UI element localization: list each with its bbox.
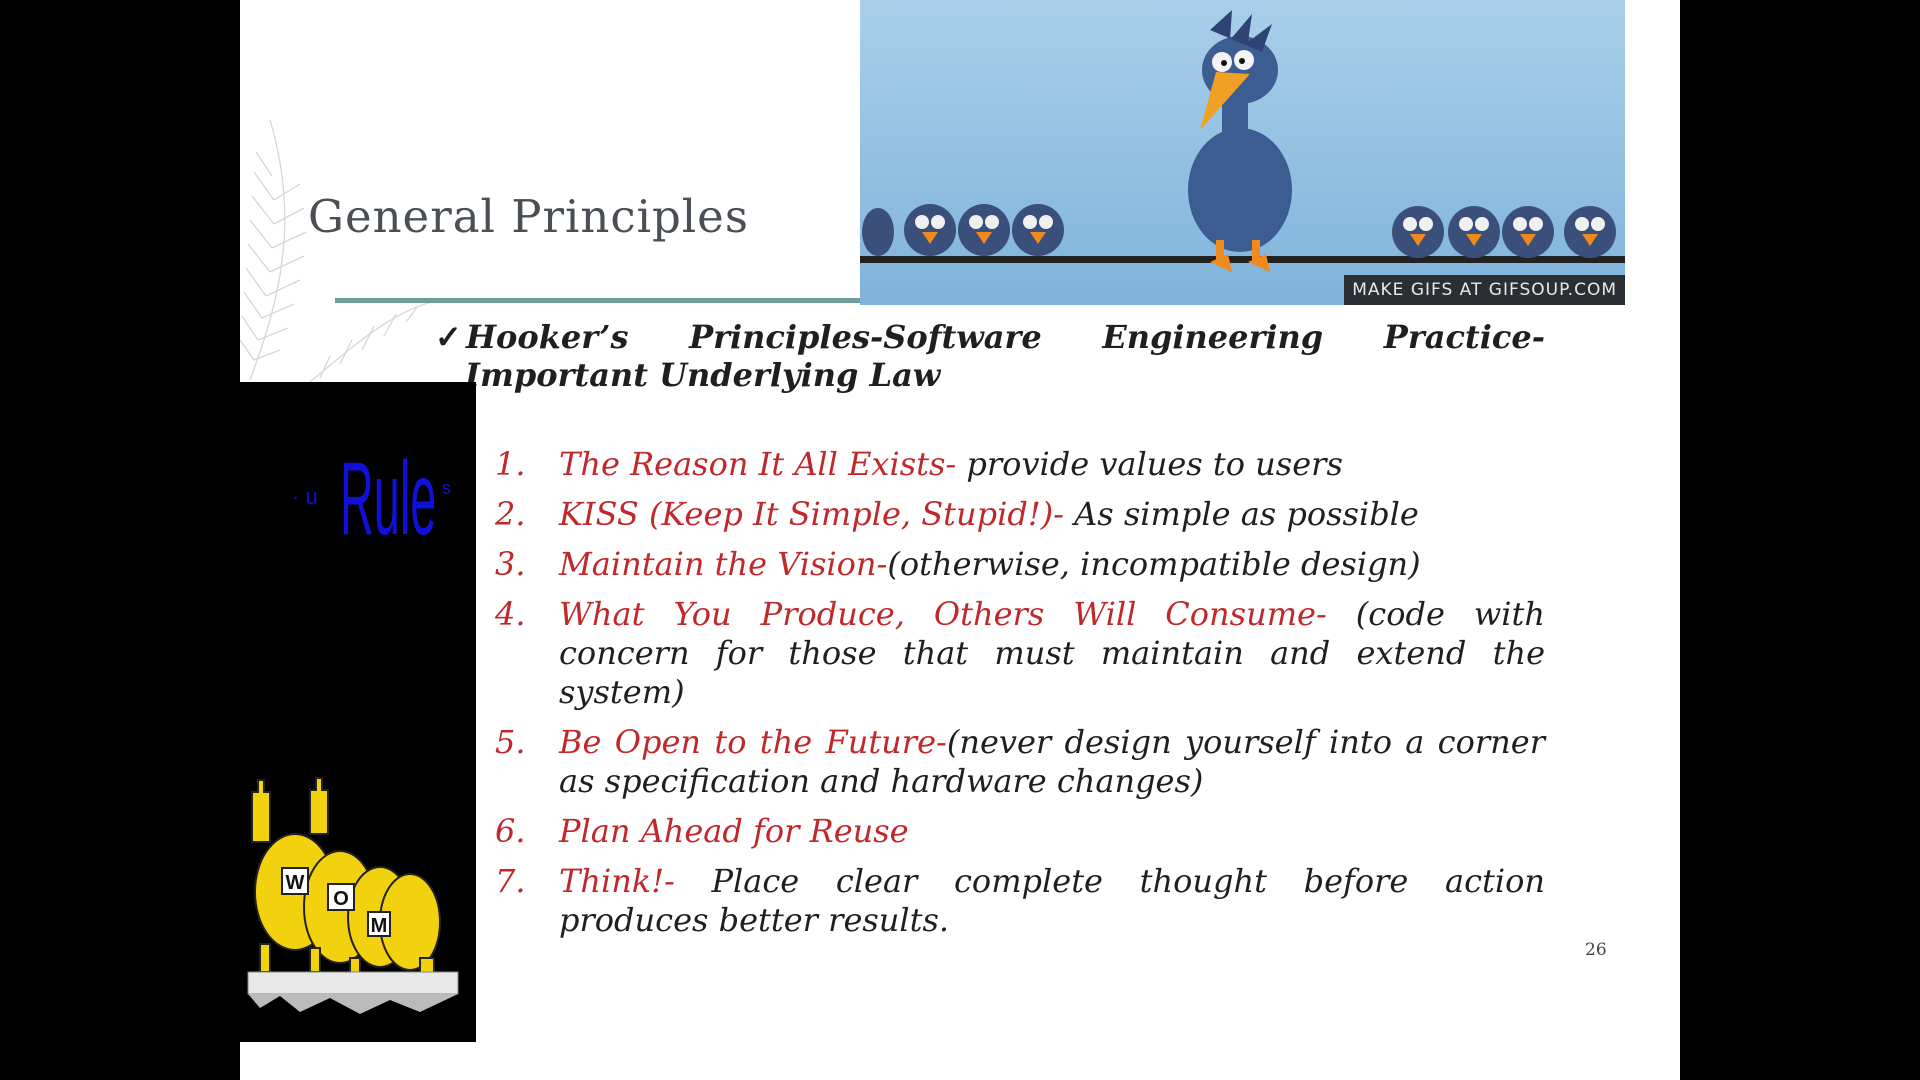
principle-text: Think!- Place clear complete thought bef… xyxy=(559,862,1545,940)
birds-gif: MAKE GIFS AT GIFSOUP.COM xyxy=(860,0,1625,305)
principle-number: 6. xyxy=(495,812,526,850)
title-underline xyxy=(335,298,865,303)
principle-number: 1. xyxy=(495,445,526,483)
principle-number: 2. xyxy=(495,495,526,533)
smiley-letter: O xyxy=(333,888,349,910)
principle-title: Maintain the Vision- xyxy=(559,545,888,583)
principle-item: 7. Think!- Place clear complete thought b… xyxy=(495,862,1545,940)
animation-dots: s xyxy=(442,478,451,498)
principle-number: 3. xyxy=(495,545,526,583)
animation-text: Rule xyxy=(340,441,437,557)
principle-description: provide values to users xyxy=(956,445,1343,483)
principle-description: (otherwise, incompatible design) xyxy=(887,545,1421,583)
principle-number: 7. xyxy=(495,862,526,900)
principle-item: 4. What You Produce, Others Will Consume-… xyxy=(495,595,1545,712)
principle-item: 1. The Reason It All Exists- provide valu… xyxy=(495,445,1545,484)
smileys-cartoon: W O M xyxy=(247,777,459,1014)
subtitle-line2: Important Underlying Law xyxy=(465,356,941,394)
principle-title: Think!- xyxy=(559,862,675,900)
principle-description: Place clear complete thought before acti… xyxy=(559,862,1545,939)
principle-title: KISS (Keep It Simple, Stupid!)- xyxy=(559,495,1064,533)
subtitle-word: Hooker’s xyxy=(465,318,629,356)
principle-title: Be Open to the Future- xyxy=(559,723,947,761)
principle-item: 3. Maintain the Vision-(otherwise, incomp… xyxy=(495,545,1545,584)
animation-dots: · u xyxy=(292,484,318,509)
birds-illustration xyxy=(860,10,1625,272)
principle-text: What You Produce, Others Will Consume- (… xyxy=(559,595,1545,712)
principle-text: KISS (Keep It Simple, Stupid!)- As simpl… xyxy=(559,495,1545,534)
principle-item: 2. KISS (Keep It Simple, Stupid!)- As sim… xyxy=(495,495,1545,534)
smiley-letter: W xyxy=(286,872,305,894)
principle-title: What You Produce, Others Will Consume- xyxy=(559,595,1327,633)
page-number: 26 xyxy=(1585,940,1607,960)
principle-text: Plan Ahead for Reuse xyxy=(559,812,1545,851)
principle-item: 5. Be Open to the Future-(never design yo… xyxy=(495,723,1545,801)
principle-title: The Reason It All Exists- xyxy=(559,445,957,483)
principle-number: 5. xyxy=(495,723,526,761)
rules-animation: · u Rule s W O M xyxy=(240,382,476,1042)
slide: General Principles MAKE GIFS AT GIFSOUP.… xyxy=(240,0,1680,1080)
subtitle-word: Practice- xyxy=(1383,318,1545,356)
subtitle: ✓ Hooker’s Principles-Software Engineerin… xyxy=(435,318,1545,394)
gif-watermark: MAKE GIFS AT GIFSOUP.COM xyxy=(1344,275,1625,305)
principle-text: The Reason It All Exists- provide values… xyxy=(559,445,1545,484)
smiley-letter: M xyxy=(371,915,388,937)
checkmark-icon: ✓ xyxy=(435,318,462,356)
principles-list: 1. The Reason It All Exists- provide valu… xyxy=(495,445,1545,951)
principle-text: Maintain the Vision-(otherwise, incompat… xyxy=(559,545,1545,584)
principle-title: Plan Ahead for Reuse xyxy=(559,812,909,850)
subtitle-word: Engineering xyxy=(1102,318,1324,356)
principle-description: As simple as possible xyxy=(1063,495,1419,533)
principle-text: Be Open to the Future-(never design your… xyxy=(559,723,1545,801)
principle-number: 4. xyxy=(495,595,526,633)
principle-item: 6. Plan Ahead for Reuse xyxy=(495,812,1545,851)
slide-title: General Principles xyxy=(308,190,749,243)
subtitle-word: Principles-Software xyxy=(689,318,1042,356)
